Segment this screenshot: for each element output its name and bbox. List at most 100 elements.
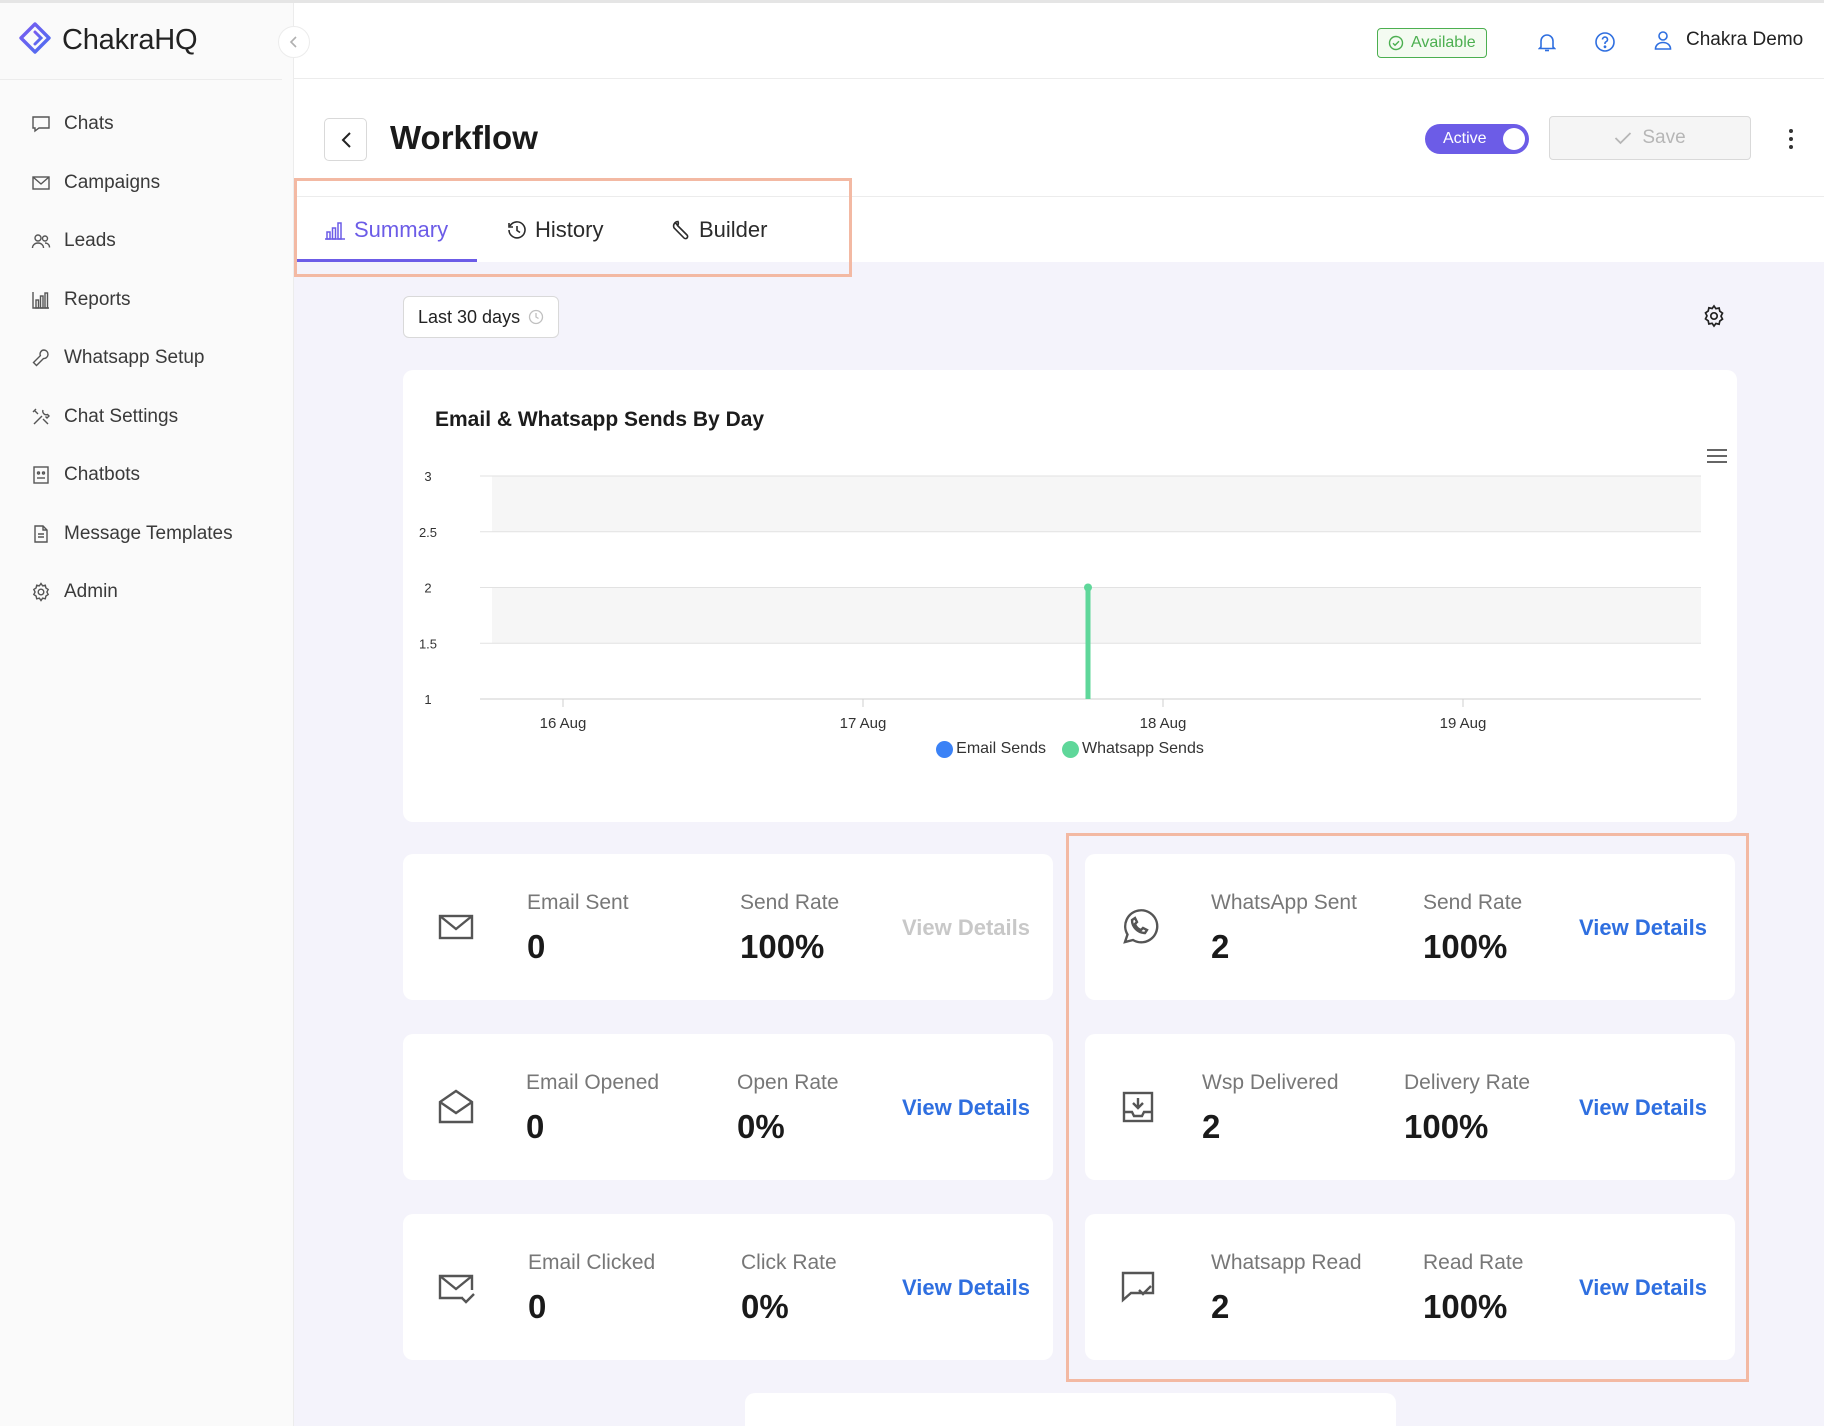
sidebar-item-label: Whatsapp Setup [64,347,205,369]
sidebar-item-admin[interactable]: Admin [30,563,233,622]
sidebar-item-label: Campaigns [64,171,161,193]
check-icon [1614,131,1632,145]
sidebar-item-whatsapp-setup[interactable]: Whatsapp Setup [30,329,233,388]
view-details-link[interactable]: View Details [1579,915,1707,941]
sidebar-item-chats[interactable]: Chats [30,95,233,154]
workflow-tabs: Summary History Builder [294,197,1824,262]
sidebar-item-label: Admin [64,581,118,603]
whatsapp-icon [1117,906,1159,948]
wrench-icon [30,347,52,369]
tab-label: Builder [699,216,768,242]
toggle-label: Active [1443,130,1487,147]
sidebar-item-label: Chat Settings [64,405,179,427]
tab-label: History [535,216,604,242]
save-button[interactable]: Save [1549,116,1751,160]
tools-icon [30,406,52,428]
sidebar-item-label: Message Templates [64,522,233,544]
user-menu[interactable]: Chakra Demo [1654,29,1803,51]
y-tick-label: 1.5 [419,636,437,651]
view-details-link[interactable]: View Details [902,1095,1030,1121]
mail-open-icon [435,1086,477,1128]
wrench-icon [671,220,691,240]
x-tick-label: 17 Aug [840,715,887,732]
chart-settings-button[interactable] [1702,304,1728,330]
sidebar-item-campaigns[interactable]: Campaigns [30,154,233,213]
email-sent-card: Email Sent 0 Send Rate 100% View Details [403,854,1053,1000]
stat-label: WhatsApp Sent [1211,891,1357,914]
legend-marker [936,740,954,758]
chevron-left-icon [289,36,299,48]
rate-label: Delivery Rate [1404,1071,1531,1094]
inbox-download-icon [1117,1086,1159,1128]
rate-value: 0% [741,1288,789,1325]
stat-label: Whatsapp Read [1211,1251,1362,1274]
mail-check-icon [435,1266,477,1308]
plot-band [492,476,1701,532]
y-tick-label: 3 [424,469,431,484]
view-details-link[interactable]: View Details [1579,1275,1707,1301]
more-options-button[interactable] [1784,124,1798,154]
stat-label: Email Sent [527,891,629,914]
stat-value: 0 [526,1108,545,1145]
tab-label: Summary [354,216,449,242]
app-logo[interactable]: ChakraHQ [16,21,198,59]
sidebar-item-chatbots[interactable]: Chatbots [30,446,233,505]
sidebar-item-label: Leads [64,230,116,252]
sidebar-item-label: Chats [64,113,114,135]
bot-icon [30,464,52,486]
rate-value: 100% [1423,928,1508,965]
wsp-delivered-card: Wsp Delivered 2 Delivery Rate 100% View … [1085,1034,1735,1180]
view-details-link[interactable]: View Details [902,1275,1030,1301]
y-tick-label: 2.5 [419,525,437,540]
availability-status-label: Available [1411,34,1476,51]
kebab-dot [1789,137,1793,141]
user-icon [1654,30,1672,50]
y-tick-label: 2 [424,581,431,596]
kebab-dot [1789,145,1793,149]
email-clicked-card: Email Clicked 0 Click Rate 0% View Detai… [403,1214,1053,1360]
whatsapp-sent-card: WhatsApp Sent 2 Send Rate 100% View Deta… [1085,854,1735,1000]
tab-builder[interactable]: Builder [641,197,797,262]
toggle-knob [1503,128,1525,150]
x-tick-label: 18 Aug [1140,715,1187,732]
view-details-link[interactable]: View Details [902,915,1030,941]
legend-item[interactable]: Email Sends [936,740,1046,758]
collapse-sidebar-button[interactable] [278,26,310,58]
legend-item[interactable]: Whatsapp Sends [1061,740,1204,758]
help-button[interactable] [1592,29,1618,55]
sidebar-divider [0,79,282,80]
tab-history[interactable]: History [477,197,633,262]
sends-by-day-chart-card: Email & Whatsapp Sends By Day 1 1.5 2 2.5 3 1… [403,370,1737,822]
mail-icon [30,172,52,194]
tab-summary[interactable]: Summary [294,197,477,262]
mail-icon [435,906,477,948]
chat-icon [30,113,52,135]
sidebar-item-label: Reports [64,288,131,310]
back-button[interactable] [324,118,367,161]
document-icon [30,523,52,545]
sidebar-item-reports[interactable]: Reports [30,271,233,330]
message-check-icon [1117,1266,1159,1308]
plot-band [492,587,1701,644]
summary-content: Last 30 days Email & Whatsapp Sends By D… [294,262,1824,1426]
bell-icon [1538,32,1556,52]
sidebar-item-leads[interactable]: Leads [30,212,233,271]
sidebar-item-chat-settings[interactable]: Chat Settings [30,388,233,447]
rate-value: 0% [737,1108,785,1145]
bar-chart-icon [324,220,346,240]
page-title: Workflow [390,119,538,156]
date-range-button[interactable]: Last 30 days [403,296,560,338]
history-icon [507,220,527,240]
notifications-button[interactable] [1534,29,1560,55]
active-toggle[interactable]: Active [1425,124,1529,154]
clock-icon [528,309,544,325]
whatsapp-read-card: Whatsapp Read 2 Read Rate 100% View Deta… [1085,1214,1735,1360]
chart-legend: Email Sends Whatsapp Sends [403,740,1737,758]
rate-label: Read Rate [1423,1251,1524,1274]
sidebar-item-message-templates[interactable]: Message Templates [30,505,233,564]
view-details-link[interactable]: View Details [1579,1095,1707,1121]
sends-by-day-chart: 1 1.5 2 2.5 3 16 Aug 17 Aug 18 Aug 19 Aug [419,469,1701,732]
stat-value: 0 [527,928,546,965]
availability-status-badge[interactable]: Available [1377,28,1487,58]
rate-label: Send Rate [740,891,840,914]
